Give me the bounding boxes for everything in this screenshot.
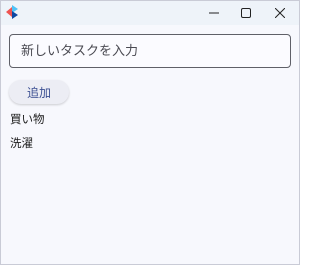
close-button[interactable] (263, 1, 297, 25)
app-logo-icon (6, 5, 18, 19)
maximize-icon (241, 8, 251, 18)
minimize-button[interactable] (197, 1, 231, 25)
task-item[interactable]: 洗濯 (10, 136, 45, 160)
title-bar[interactable] (1, 1, 299, 25)
task-input[interactable] (9, 34, 291, 68)
close-icon (275, 8, 285, 18)
task-list: 買い物 洗濯 (10, 112, 45, 160)
task-item-label: 買い物 (10, 112, 45, 126)
task-item-label: 洗濯 (10, 136, 33, 150)
maximize-button[interactable] (229, 1, 263, 25)
app-window: 追加 買い物 洗濯 (0, 0, 300, 265)
task-item[interactable]: 買い物 (10, 112, 45, 136)
minimize-icon (209, 12, 219, 14)
add-task-button[interactable]: 追加 (9, 80, 69, 104)
